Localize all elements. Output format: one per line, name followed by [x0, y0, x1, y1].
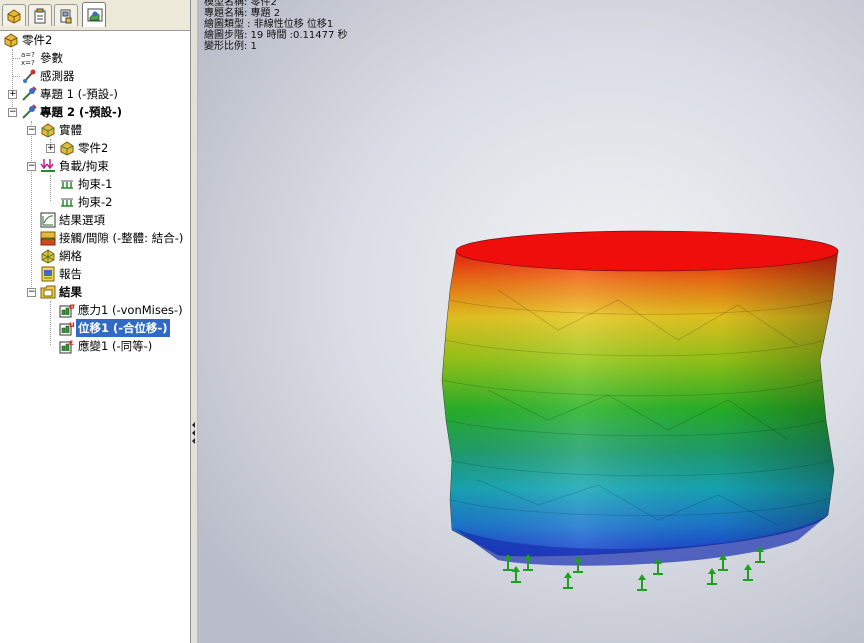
- part-icon: [4, 33, 18, 48]
- report-icon: [41, 266, 55, 282]
- result-options-icon: [40, 212, 56, 228]
- tree-label-root: 零件2: [22, 33, 53, 47]
- mesh-icon: [41, 249, 55, 264]
- deformed-model[interactable]: [198, 0, 864, 643]
- tree-label-sensors: 感測器: [40, 69, 75, 83]
- tree-label-stress: 應力1 (-vonMises-): [78, 303, 183, 317]
- expand-part-button[interactable]: +: [46, 144, 55, 153]
- tab-feature-manager[interactable]: [2, 4, 26, 26]
- tree-label-study1: 專題 1 (-預設-): [40, 87, 118, 101]
- simulation-tree: 零件2 a=? x=? 參數 感測器 + 專題 1 (-預設-) − 專題 2 …: [0, 31, 190, 643]
- svg-text:ε: ε: [69, 338, 73, 347]
- collapse-results-button[interactable]: −: [27, 288, 36, 297]
- tree-label-report: 報告: [59, 267, 82, 281]
- study-icon: [22, 86, 37, 101]
- solid-bodies-icon: [41, 123, 55, 138]
- sensor-icon: [23, 69, 36, 83]
- strain-plot-icon: ε: [59, 338, 73, 354]
- study-icon: [22, 104, 37, 119]
- cylinder-top-face: [455, 230, 839, 272]
- tree-label-mesh: 網格: [59, 249, 82, 263]
- feature-manager-icon: [7, 9, 21, 24]
- tab-property-manager[interactable]: [28, 4, 52, 26]
- collapse-solids-button[interactable]: −: [27, 126, 36, 135]
- tree-label-solid-bodies: 實體: [59, 123, 82, 137]
- collapse-loads-button[interactable]: −: [27, 162, 36, 171]
- collapse-study2-button[interactable]: −: [8, 108, 17, 117]
- stress-plot-icon: σ: [59, 302, 75, 318]
- contact-icon: [40, 231, 56, 246]
- expand-study1-button[interactable]: +: [8, 90, 17, 99]
- graphics-viewport[interactable]: 模型名稱: 零件2 專題名稱: 專題 2 繪圖類型 : 非線性位移 位移1 繪圖…: [198, 0, 864, 643]
- tree-label-parameters: 參數: [40, 51, 63, 65]
- property-manager-icon: [34, 8, 46, 24]
- tree-label-study2: 專題 2 (-預設-): [40, 105, 123, 119]
- loads-fixtures-icon: [40, 159, 55, 172]
- panel-splitter[interactable]: [191, 0, 198, 643]
- configuration-manager-icon: [60, 9, 72, 24]
- svg-text:u: u: [69, 320, 75, 329]
- tree-label-loads-fixtures: 負載/拘束: [59, 159, 109, 173]
- tree-label-fixture1: 拘束-1: [78, 177, 113, 191]
- manager-tabs: [0, 0, 190, 31]
- tab-configuration-manager[interactable]: [54, 4, 78, 26]
- results-folder-icon: [40, 285, 56, 299]
- svg-text:a=?: a=?: [21, 51, 35, 59]
- parameters-icon: a=? x=?: [21, 51, 35, 66]
- tree-label-results: 結果: [59, 285, 82, 299]
- svg-text:x=?: x=?: [21, 59, 35, 66]
- tree-label-part: 零件2: [78, 141, 109, 155]
- simulation-tree-panel: 零件2 a=? x=? 參數 感測器 + 專題 1 (-預設-) − 專題 2 …: [0, 0, 191, 643]
- tree-label-strain: 應變1 (-同等-): [78, 339, 153, 353]
- tree-label-contact: 接觸/間隙 (-整體: 結合-): [59, 231, 184, 245]
- fixture-icon: [61, 180, 73, 189]
- simulation-manager-icon: [87, 8, 103, 22]
- tab-simulation-manager[interactable]: [82, 2, 106, 27]
- svg-text:σ: σ: [69, 302, 75, 311]
- displacement-plot-icon: u: [59, 320, 75, 336]
- fixture-icon: [61, 198, 73, 207]
- splitter-arrows-icon[interactable]: [192, 420, 196, 446]
- tree-label-fixture2: 拘束-2: [78, 195, 113, 209]
- tree-label-result-options: 結果選項: [59, 213, 105, 227]
- part-icon: [60, 141, 74, 156]
- tree-label-displacement: 位移1 (-合位移-): [76, 319, 170, 337]
